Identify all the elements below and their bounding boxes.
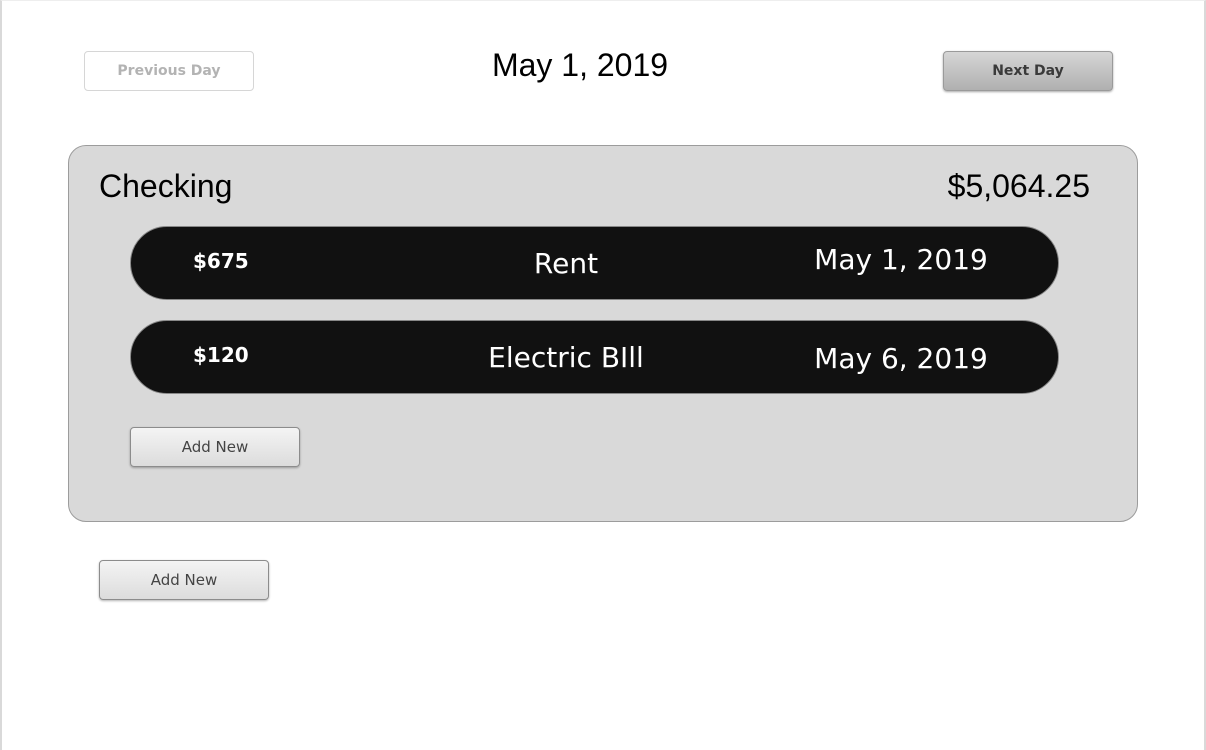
transaction-date: May 6, 2019: [814, 342, 988, 375]
add-account-button[interactable]: Add New: [99, 560, 269, 600]
account-balance: $5,064.25: [947, 168, 1090, 204]
next-day-button[interactable]: Next Day: [943, 51, 1113, 91]
transaction-description: Electric BIll: [488, 341, 644, 374]
transaction-amount: $675: [193, 249, 249, 273]
account-card-checking: Checking $5,064.25 $675 Rent May 1, 2019…: [68, 145, 1138, 522]
transaction-amount: $120: [193, 343, 249, 367]
transaction-row[interactable]: $120 Electric BIll May 6, 2019: [130, 320, 1059, 394]
current-date-title: May 1, 2019: [491, 47, 669, 83]
add-transaction-button[interactable]: Add New: [130, 427, 300, 467]
account-name: Checking: [99, 168, 233, 204]
transaction-description: Rent: [533, 247, 599, 280]
transaction-date: May 1, 2019: [814, 243, 988, 276]
transaction-row[interactable]: $675 Rent May 1, 2019: [130, 226, 1059, 300]
previous-day-button[interactable]: Previous Day: [84, 51, 254, 91]
